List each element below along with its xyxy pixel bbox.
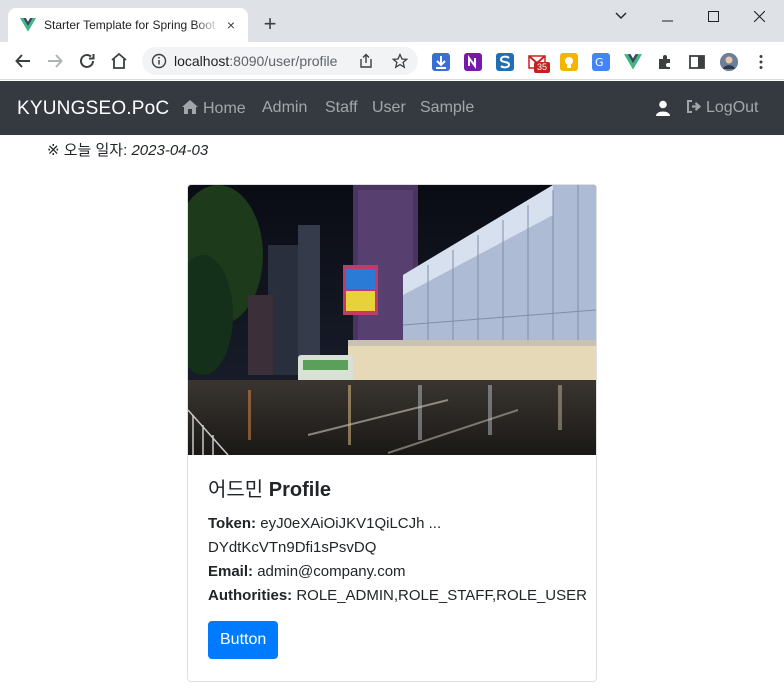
authorities-row: Authorities: ROLE_ADMIN,ROLE_STAFF,ROLE_… bbox=[208, 587, 587, 604]
close-window-button[interactable] bbox=[736, 6, 782, 26]
translate-icon: G bbox=[595, 56, 604, 69]
page-content: KYUNGSEO.PoC Home Admin Staff User Sampl… bbox=[0, 81, 784, 693]
address-bar[interactable]: localhost:8090/user/profile bbox=[142, 47, 418, 75]
s-logo-icon bbox=[499, 55, 511, 69]
profile-title: 어드민 Profile bbox=[208, 479, 332, 501]
back-button[interactable] bbox=[12, 50, 34, 72]
nav-sample[interactable]: Sample bbox=[420, 99, 474, 117]
token-row: Token: eyJ0eXAiOiJKV1QiLCJh ... bbox=[208, 515, 442, 532]
primary-button[interactable]: Button bbox=[208, 621, 279, 659]
token-row-continued: DYdtKcVTn9Dfi1sPsvDQ bbox=[208, 539, 377, 556]
home-button[interactable] bbox=[108, 50, 130, 72]
brand-logo[interactable]: KYUNGSEO.PoC bbox=[17, 98, 169, 120]
nav-admin[interactable]: Admin bbox=[262, 99, 307, 117]
puzzle-icon bbox=[659, 55, 670, 69]
onenote-icon bbox=[468, 55, 476, 69]
nav-staff[interactable]: Staff bbox=[325, 99, 358, 117]
vue-devtools-extension-icon[interactable] bbox=[624, 53, 642, 71]
extensions-button[interactable] bbox=[656, 53, 674, 71]
tab-title: Starter Template for Spring Boot bbox=[44, 18, 216, 32]
user-icon[interactable] bbox=[655, 100, 671, 116]
app-navbar: KYUNGSEO.PoC Home Admin Staff User Sampl… bbox=[0, 81, 784, 135]
sign-out-icon bbox=[687, 100, 702, 113]
more-vert-icon bbox=[759, 55, 763, 69]
maximize-button[interactable] bbox=[690, 6, 736, 26]
authorities-value: ROLE_ADMIN,ROLE_STAFF,ROLE_USER bbox=[296, 587, 587, 604]
arrow-left-icon bbox=[15, 54, 30, 68]
keep-extension-icon[interactable] bbox=[560, 53, 578, 71]
profile-avatar[interactable] bbox=[720, 53, 738, 71]
browser-toolbar: localhost:8090/user/profile 35 G bbox=[0, 42, 784, 80]
email-row: Email: admin@company.com bbox=[208, 563, 406, 580]
translate-extension-icon[interactable]: G bbox=[592, 53, 610, 71]
new-tab-button[interactable]: + bbox=[258, 13, 282, 37]
city-night-photo bbox=[188, 185, 596, 455]
browser-tab[interactable]: Starter Template for Spring Boot × bbox=[8, 8, 248, 42]
avatar-icon bbox=[720, 53, 738, 71]
reload-icon bbox=[80, 53, 95, 68]
share-icon[interactable] bbox=[358, 53, 374, 69]
today-date: ※ 오늘 일자: 2023-04-03 bbox=[47, 142, 209, 159]
browser-titlebar: Starter Template for Spring Boot × + bbox=[0, 0, 784, 42]
token-value: eyJ0eXAiOiJKV1QiLCJh ... bbox=[260, 515, 442, 532]
logout-link[interactable]: LogOut bbox=[686, 99, 758, 117]
lightbulb-icon bbox=[565, 57, 573, 68]
profile-card: 어드민 Profile Token: eyJ0eXAiOiJKV1QiLCJh … bbox=[187, 184, 597, 682]
close-icon bbox=[753, 10, 765, 22]
info-icon[interactable] bbox=[151, 53, 167, 69]
email-value: admin@company.com bbox=[257, 563, 406, 580]
home-icon bbox=[182, 100, 198, 114]
forward-button[interactable] bbox=[44, 50, 66, 72]
tab-close-button[interactable]: × bbox=[222, 16, 240, 34]
tab-search-button[interactable] bbox=[598, 6, 644, 26]
arrow-right-icon bbox=[48, 54, 63, 68]
chevron-down-icon bbox=[615, 12, 627, 19]
onenote-extension-icon[interactable] bbox=[464, 53, 482, 71]
download-icon bbox=[436, 56, 446, 69]
reload-button[interactable] bbox=[76, 50, 98, 72]
nav-home[interactable]: Home bbox=[181, 99, 246, 118]
chrome-menu-button[interactable] bbox=[752, 53, 770, 71]
side-panel-button[interactable] bbox=[688, 53, 706, 71]
card-body: 어드민 Profile Token: eyJ0eXAiOiJKV1QiLCJh … bbox=[208, 473, 588, 659]
side-panel-icon bbox=[689, 55, 705, 69]
vue-favicon-icon bbox=[20, 18, 36, 32]
nav-user[interactable]: User bbox=[372, 99, 406, 117]
url-text: localhost:8090/user/profile bbox=[174, 53, 338, 69]
gmail-count-badge: 35 bbox=[534, 62, 551, 73]
maximize-icon bbox=[707, 10, 719, 22]
minimize-icon bbox=[661, 20, 673, 21]
home-icon bbox=[111, 52, 127, 69]
download-extension-icon[interactable] bbox=[432, 53, 450, 71]
svg-text:G: G bbox=[595, 56, 604, 69]
s-extension-icon[interactable] bbox=[496, 53, 514, 71]
bookmark-star-icon[interactable] bbox=[392, 53, 408, 69]
minimize-button[interactable] bbox=[644, 6, 690, 26]
vue-icon bbox=[624, 54, 642, 70]
